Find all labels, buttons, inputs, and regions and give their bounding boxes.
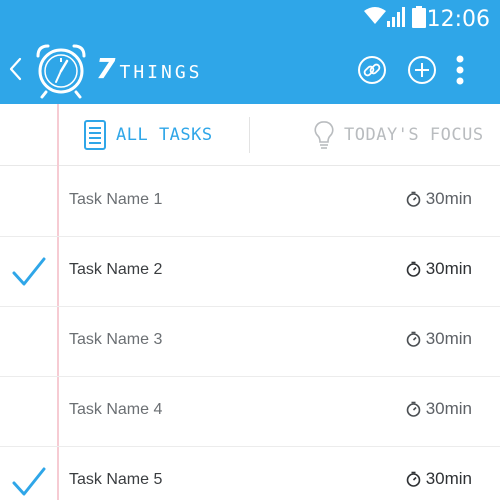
task-duration: 30min: [406, 399, 472, 419]
task-duration-text: 30min: [425, 329, 472, 348]
battery-icon: [412, 6, 426, 28]
status-time: 12:06: [426, 7, 490, 32]
task-duration-text: 30min: [425, 469, 472, 488]
document-list-icon: [84, 120, 106, 150]
stopwatch-icon: [406, 191, 420, 207]
task-duration: 30min: [406, 329, 472, 349]
tab-bar: ALL TASKS TODAY'S FOCUS: [0, 104, 500, 166]
checkmark-icon[interactable]: [12, 467, 46, 497]
status-bar: 12:06: [0, 0, 500, 38]
task-duration: 30min: [406, 259, 472, 279]
wifi-icon: [364, 7, 386, 24]
task-name: Task Name 3: [69, 331, 163, 348]
tab-all-tasks-label: ALL TASKS: [116, 125, 213, 145]
app-bar: 7 THINGS: [0, 38, 500, 104]
stopwatch-icon: [406, 471, 420, 487]
task-list: Task Name 1 30min Task Name 2 30min Task…: [0, 167, 500, 500]
task-duration: 30min: [406, 189, 472, 209]
plus-circle-icon[interactable]: [406, 54, 438, 86]
lightbulb-icon: [314, 121, 334, 149]
task-row[interactable]: Task Name 2 30min: [0, 237, 500, 307]
brand-number: 7: [96, 52, 116, 85]
alarm-clock-icon: [36, 44, 86, 99]
task-row[interactable]: Task Name 3 30min: [0, 307, 500, 377]
task-name: Task Name 5: [69, 471, 163, 488]
signal-icon: [387, 7, 405, 27]
app-brand: 7 THINGS: [96, 52, 203, 85]
task-row[interactable]: Task Name 5 30min: [0, 447, 500, 500]
task-row[interactable]: Task Name 4 30min: [0, 377, 500, 447]
brand-word: THINGS: [119, 62, 203, 83]
task-duration-text: 30min: [425, 259, 472, 278]
checkmark-icon[interactable]: [12, 257, 46, 287]
chevron-left-icon[interactable]: [6, 52, 26, 86]
task-name: Task Name 2: [69, 261, 163, 278]
task-row[interactable]: Task Name 1 30min: [0, 167, 500, 237]
stopwatch-icon: [406, 401, 420, 417]
task-duration-text: 30min: [425, 189, 472, 208]
task-name: Task Name 4: [69, 401, 163, 418]
tab-divider: [249, 117, 250, 153]
stopwatch-icon: [406, 331, 420, 347]
more-vertical-icon[interactable]: [446, 54, 474, 86]
top-bar: 12:06 7 THINGS: [0, 0, 500, 104]
tab-todays-focus-label: TODAY'S FOCUS: [344, 125, 484, 145]
task-duration-text: 30min: [425, 399, 472, 418]
stopwatch-icon: [406, 261, 420, 277]
task-name: Task Name 1: [69, 191, 163, 208]
task-duration: 30min: [406, 469, 472, 489]
link-icon[interactable]: [356, 54, 388, 86]
tab-todays-focus[interactable]: TODAY'S FOCUS: [314, 104, 484, 166]
tab-all-tasks[interactable]: ALL TASKS: [84, 104, 213, 166]
